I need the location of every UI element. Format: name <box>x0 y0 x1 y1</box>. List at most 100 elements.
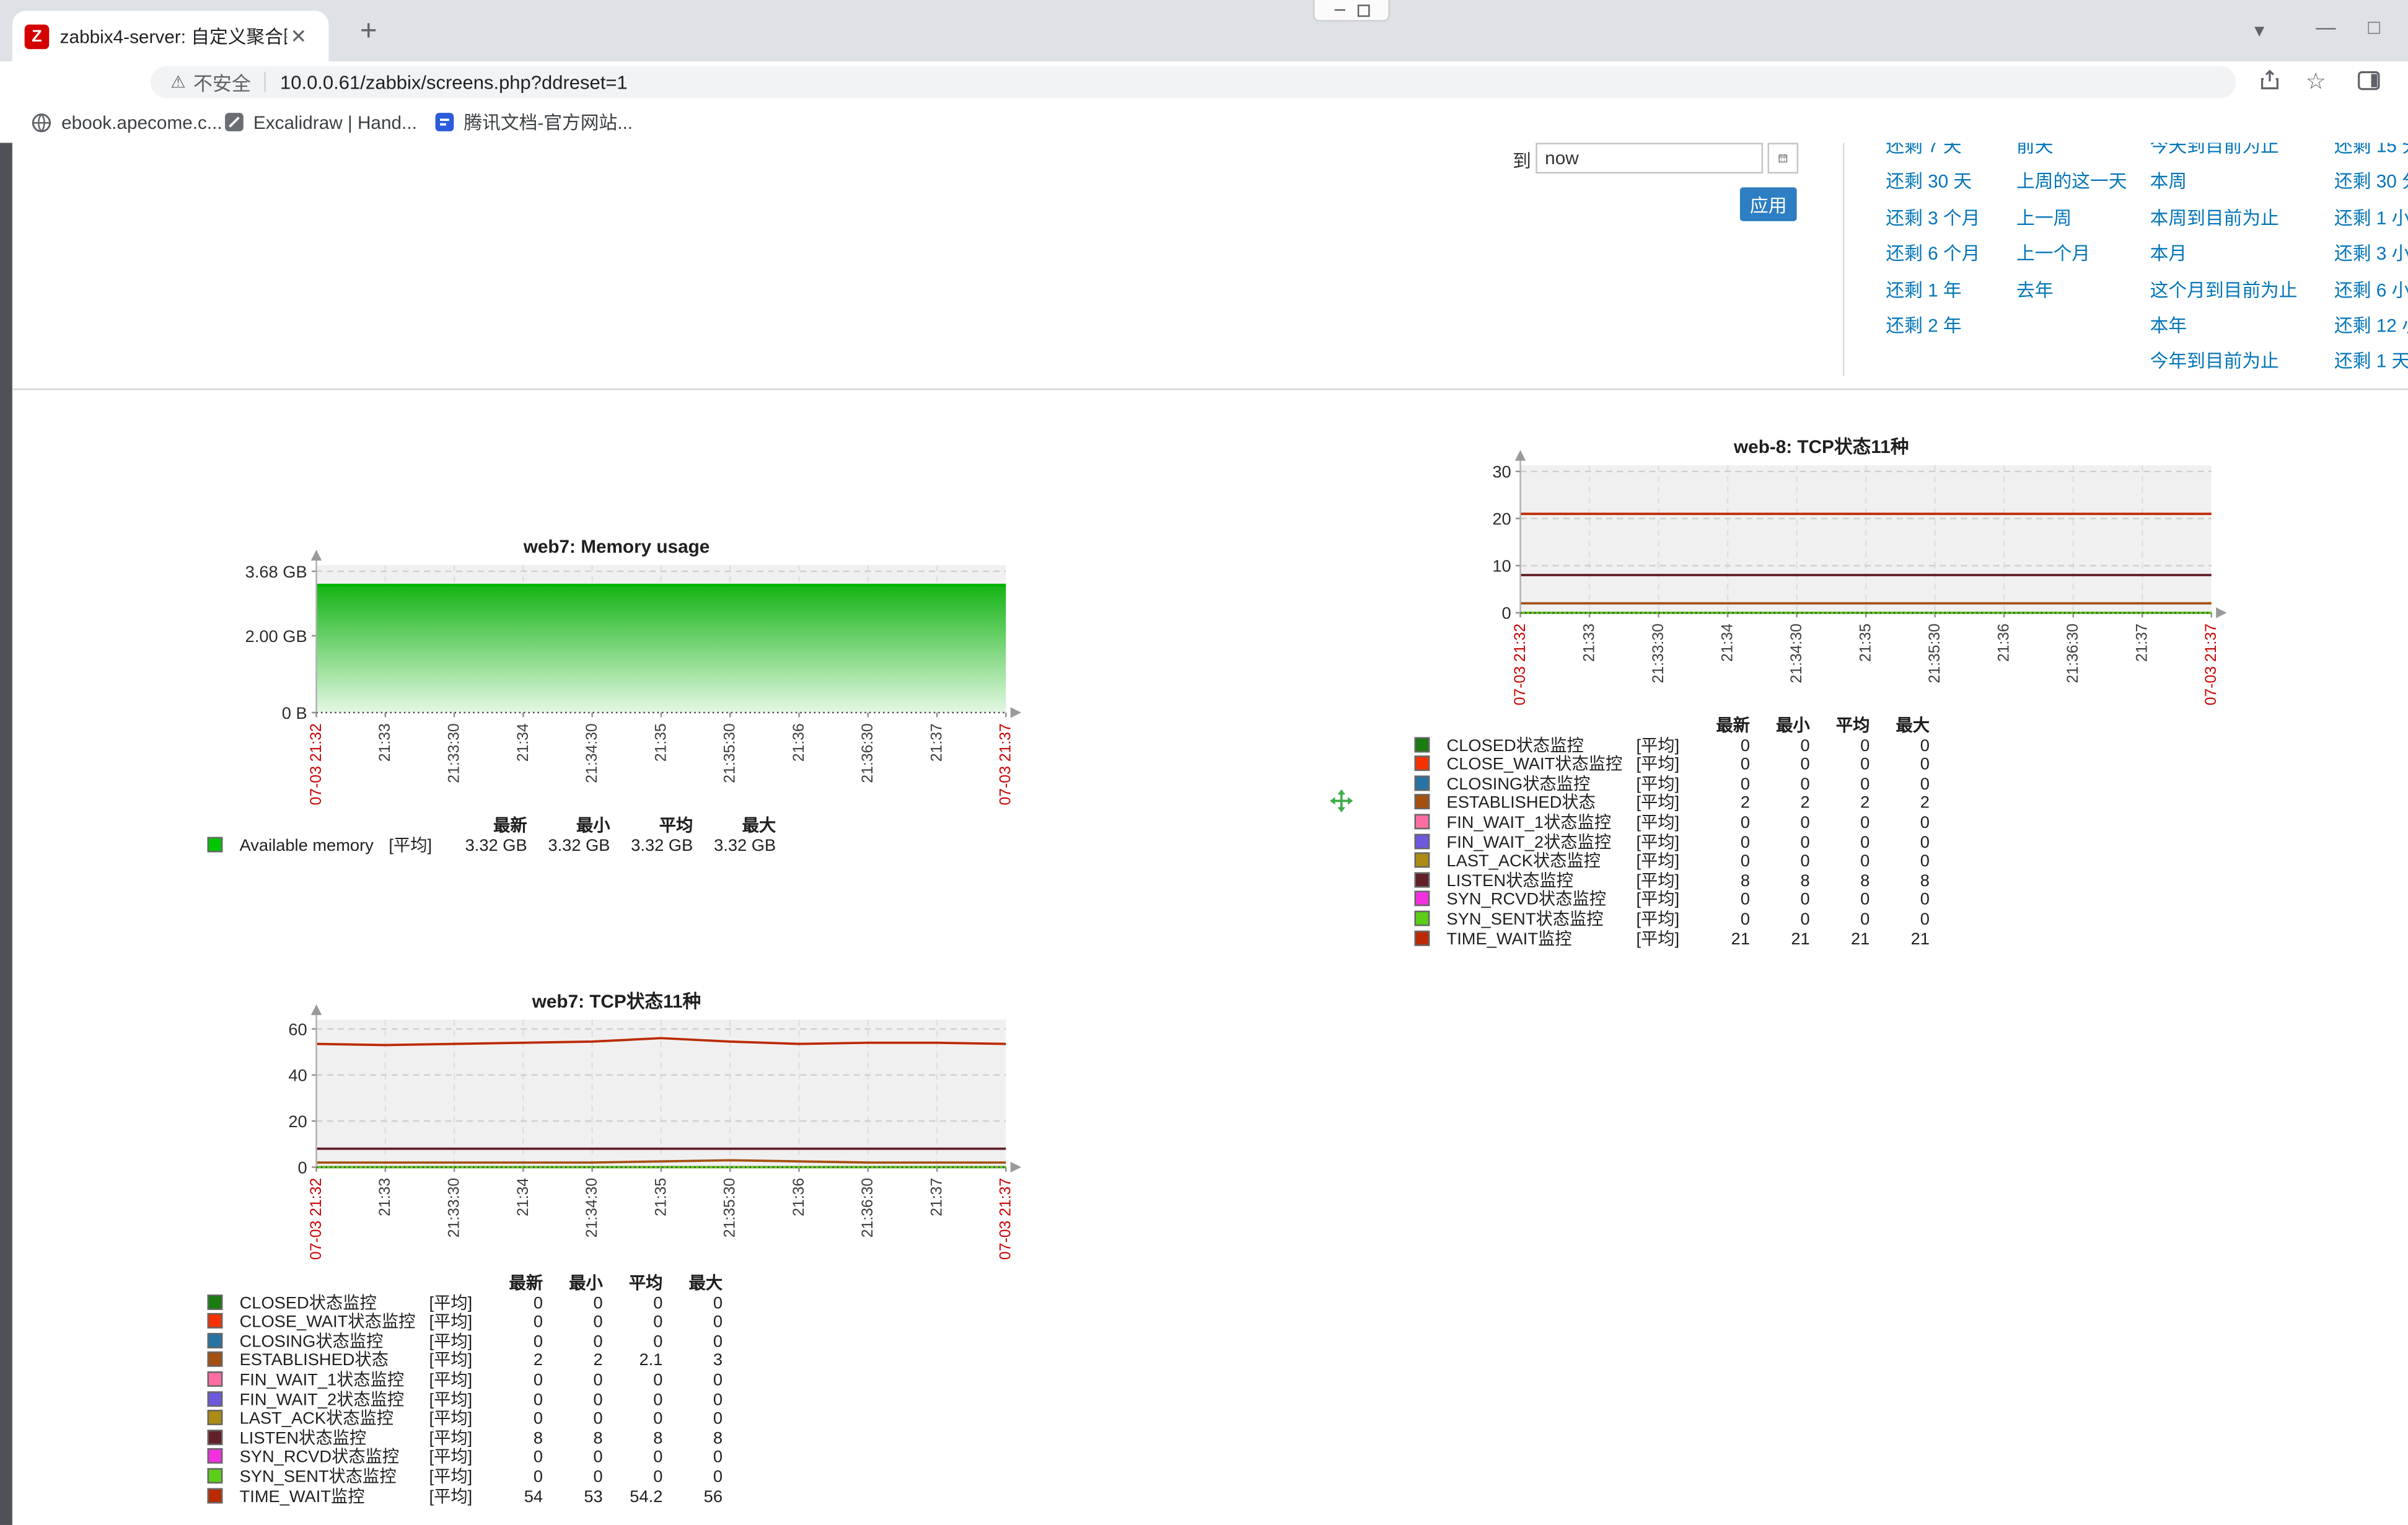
quick-range-link[interactable]: 还剩 6 个月 <box>1886 237 1980 273</box>
svg-text:0: 0 <box>1501 604 1511 623</box>
quick-range-link[interactable]: 上一个月 <box>2016 237 2127 273</box>
legend-row: TIME_WAIT监控[平均]21212121 <box>1415 930 1933 949</box>
quick-range-link[interactable]: 本周到目前为止 <box>2150 201 2298 237</box>
quick-range-link[interactable]: 还剩 1 小时 <box>2334 201 2408 237</box>
quick-range-link[interactable]: 上一周 <box>2016 201 2127 237</box>
bookmark-star-icon[interactable]: ☆ <box>2300 68 2331 99</box>
legend-row: FIN_WAIT_1状态监控[平均]0000 <box>208 1371 726 1391</box>
svg-text:21:33:30: 21:33:30 <box>446 723 463 783</box>
new-tab-button[interactable]: + <box>350 14 387 50</box>
svg-text:21:36:30: 21:36:30 <box>859 1178 876 1237</box>
legend-row: LISTEN状态监控[平均]8888 <box>1415 872 1933 891</box>
bookmark-item[interactable]: Excalidraw | Hand... <box>224 107 417 136</box>
floating-window-controls[interactable] <box>1313 0 1390 22</box>
legend-row: LAST_ACK状态监控[平均]0000 <box>1415 853 1933 872</box>
security-warning-icon[interactable]: ⚠ <box>170 72 185 92</box>
svg-text:07-03 21:32: 07-03 21:32 <box>308 1178 325 1260</box>
tab-close-icon[interactable]: ✕ <box>290 24 307 48</box>
tab-search-chevron-icon[interactable]: ▾ <box>2254 19 2264 43</box>
svg-text:40: 40 <box>288 1066 307 1085</box>
graph-legend: 最新最小平均最大CLOSED状态监控[平均]0000CLOSE_WAIT状态监控… <box>208 1275 726 1507</box>
legend-row: FIN_WAIT_2状态监控[平均]0000 <box>1415 833 1933 853</box>
bookmark-item[interactable]: ebook.apecome.c... <box>31 107 222 136</box>
tab-title: zabbix4-server: 自定义聚合图形 <box>60 23 288 49</box>
window-minimize-icon[interactable]: — <box>2316 15 2335 38</box>
graph-web7-memory[interactable]: web7: Memory usage0 B2.00 GB3.68 GB07-03… <box>200 531 1034 814</box>
series-color-swatch <box>208 1410 223 1425</box>
legend-row: CLOSING状态监控[平均]0000 <box>1415 775 1933 794</box>
svg-text:21:34: 21:34 <box>515 1178 532 1216</box>
svg-text:21:34:30: 21:34:30 <box>584 723 600 783</box>
svg-text:20: 20 <box>288 1112 307 1131</box>
bookmarks-bar: ebook.apecome.c... Excalidraw | Hand... … <box>0 102 2408 144</box>
graph-image[interactable]: web7: Memory usage0 B2.00 GB3.68 GB07-03… <box>200 531 1034 814</box>
quick-range-link[interactable]: 去年 <box>2016 273 2127 309</box>
share-icon[interactable] <box>2254 68 2285 99</box>
legend-row: CLOSED状态监控[平均]0000 <box>208 1294 726 1313</box>
legend-row: CLOSE_WAIT状态监控[平均]0000 <box>208 1313 726 1332</box>
quick-range-link[interactable]: 还剩 1 天 <box>2334 345 2408 380</box>
svg-text:07-03 21:37: 07-03 21:37 <box>998 1178 1014 1260</box>
address-bar[interactable]: ⚠ 不安全 10.0.0.61/zabbix/screens.php?ddres… <box>151 66 2236 99</box>
svg-text:21:35:30: 21:35:30 <box>722 723 739 783</box>
legend-row: Available memory[平均]3.32 GB3.32 GB3.32 G… <box>208 837 780 856</box>
quick-range-link[interactable]: 还剩 30 天 <box>1886 165 1980 201</box>
svg-text:web-8: TCP状态11种: web-8: TCP状态11种 <box>1733 437 1909 457</box>
security-label[interactable]: 不安全 <box>193 68 251 97</box>
series-color-swatch <box>208 1333 223 1348</box>
quick-range-link[interactable]: 还剩 6 小时 <box>2334 273 2408 309</box>
svg-text:21:35:30: 21:35:30 <box>1927 623 1943 683</box>
svg-text:21:37: 21:37 <box>928 723 945 762</box>
quick-range-link[interactable]: 还剩 1 年 <box>1886 273 1980 309</box>
quick-range-link[interactable]: 前天 <box>2016 143 2127 165</box>
time-to-input[interactable] <box>1536 143 1763 174</box>
svg-text:60: 60 <box>288 1019 307 1039</box>
window-maximize-icon[interactable]: □ <box>2368 15 2380 38</box>
browser-tab[interactable]: Z zabbix4-server: 自定义聚合图形 ✕ <box>12 11 329 61</box>
graph-web8-tcp[interactable]: web-8: TCP状态11种010203007-03 21:3221:3321… <box>1404 431 2239 714</box>
quick-range-link[interactable]: 还剩 3 小时 <box>2334 237 2408 273</box>
svg-text:20: 20 <box>1492 509 1511 529</box>
svg-text:21:33: 21:33 <box>377 723 393 762</box>
apply-button[interactable]: 应用 <box>1740 187 1797 221</box>
calendar-button[interactable] <box>1768 143 1799 174</box>
series-color-swatch <box>1415 756 1430 771</box>
url-path: /zabbix/screens.php?ddreset=1 <box>360 71 627 93</box>
series-color-swatch <box>208 1313 223 1329</box>
tab-strip: Z zabbix4-server: 自定义聚合图形 ✕ + ▾ — □ <box>0 0 2408 61</box>
series-color-swatch <box>1415 833 1430 849</box>
quick-range-link[interactable]: 今年到目前为止 <box>2150 345 2298 380</box>
svg-text:21:36:30: 21:36:30 <box>2065 623 2081 683</box>
quick-range-link[interactable]: 上周的这一天 <box>2016 165 2127 201</box>
legend-row: SYN_RCVD状态监控[平均]0000 <box>208 1449 726 1468</box>
quick-range-link[interactable]: 本周 <box>2150 165 2298 201</box>
bookmark-label: Excalidraw | Hand... <box>253 112 417 133</box>
quick-range-link[interactable]: 还剩 3 个月 <box>1886 201 1980 237</box>
side-panel-icon[interactable] <box>2353 68 2384 99</box>
quick-range-link[interactable]: 这个月到目前为止 <box>2150 273 2298 309</box>
legend-row: SYN_RCVD状态监控[平均]0000 <box>1415 891 1933 910</box>
graph-image[interactable]: web-8: TCP状态11种010203007-03 21:3221:3321… <box>1404 431 2239 714</box>
graph-image[interactable]: web7: TCP状态11种020406007-03 21:3221:3321:… <box>200 986 1034 1268</box>
bookmark-label: ebook.apecome.c... <box>61 112 222 133</box>
restore-icon[interactable] <box>1357 4 1369 16</box>
quick-range-link[interactable]: 还剩 2 年 <box>1886 309 1980 345</box>
quick-range-link[interactable]: 本年 <box>2150 309 2298 345</box>
quick-range-link[interactable]: 还剩 15 分钟 <box>2334 143 2408 165</box>
quick-range-link[interactable]: 还剩 30 分钟 <box>2334 165 2408 201</box>
quick-range-link[interactable]: 本月 <box>2150 237 2298 273</box>
zabbix-page: 到 应用 还剩 7 天还剩 30 天还剩 3 个月还剩 6 个月还剩 1 年还剩… <box>0 143 2408 1524</box>
left-dark-strip <box>0 143 12 1524</box>
svg-text:07-03 21:37: 07-03 21:37 <box>2203 623 2220 705</box>
quick-range-link[interactable]: 还剩 12 小时 <box>2334 309 2408 345</box>
quick-range-link[interactable]: 今天到目前为止 <box>2150 143 2298 165</box>
svg-text:21:37: 21:37 <box>2134 623 2151 662</box>
graph-web7-tcp[interactable]: web7: TCP状态11种020406007-03 21:3221:3321:… <box>200 986 1034 1268</box>
quick-range-link[interactable]: 还剩 7 天 <box>1886 143 1980 165</box>
minimize-icon[interactable] <box>1334 9 1344 11</box>
bookmark-item[interactable]: 腾讯文档-官方网站... <box>434 107 633 136</box>
bookmark-label: 腾讯文档-官方网站... <box>464 109 633 135</box>
legend-header-row: 最新最小平均最大 <box>208 1275 726 1294</box>
legend-row: ESTABLISHED状态[平均]222.13 <box>208 1352 726 1371</box>
quick-range-column: 前天上周的这一天上一周上一个月去年 <box>2016 143 2127 309</box>
